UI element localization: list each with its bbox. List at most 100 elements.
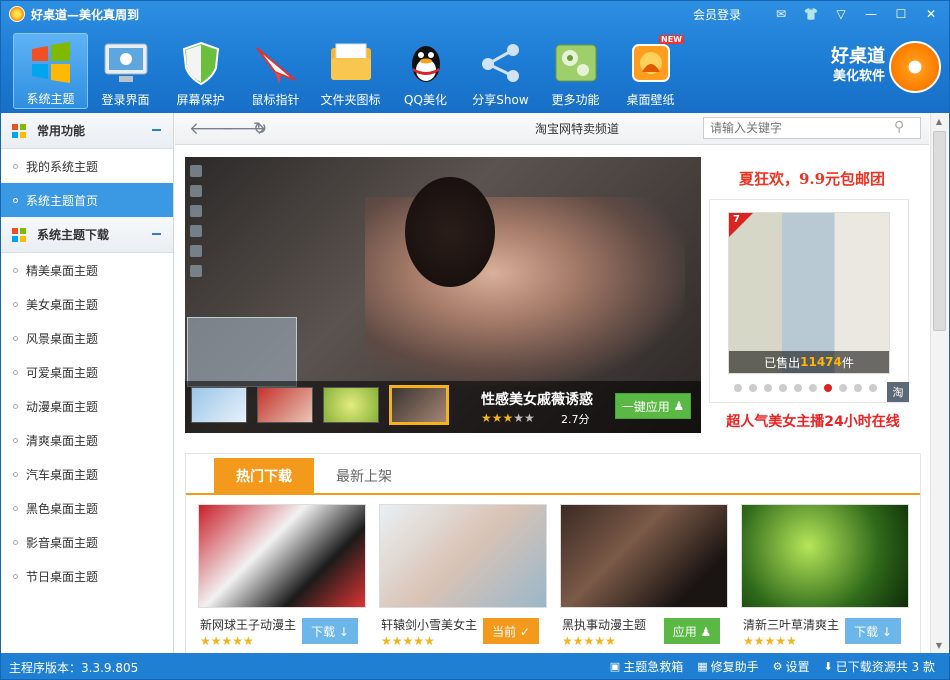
theme-action-button[interactable]: 当前 ✓	[483, 618, 539, 644]
tab-latest[interactable]: 最新上架	[314, 458, 414, 494]
sidebar-item[interactable]: 可爱桌面主题	[1, 355, 173, 389]
user-icon: ♟	[673, 399, 685, 413]
sidebar-item[interactable]: 节日桌面主题	[1, 559, 173, 593]
banner-thumbnail[interactable]	[323, 387, 379, 423]
theme-thumbnail[interactable]	[198, 504, 366, 608]
carousel-dot[interactable]	[869, 384, 877, 392]
carousel-dot[interactable]	[764, 384, 772, 392]
collapse-icon[interactable]	[152, 233, 161, 235]
search-box[interactable]: ⚲	[703, 117, 921, 139]
ad-headline[interactable]: 夏狂欢，9.9元包邮团	[717, 165, 907, 191]
ad-carousel-dots[interactable]	[734, 384, 884, 392]
toolbar-item-6[interactable]: 分享Show	[463, 35, 538, 109]
close-button[interactable]: ✕	[919, 4, 943, 24]
banner-thumbnail[interactable]	[257, 387, 313, 423]
bullet-icon	[13, 267, 18, 273]
tab-hot-downloads[interactable]: 热门下载	[214, 458, 314, 494]
sidebar-item[interactable]: 影音桌面主题	[1, 525, 173, 559]
toolbar-item-1[interactable]: 登录界面	[88, 35, 163, 109]
collapse-icon[interactable]	[152, 129, 161, 131]
theme-action-button[interactable]: 下载 ↓	[845, 618, 901, 644]
sidebar-item[interactable]: 动漫桌面主题	[1, 389, 173, 423]
theme-thumbnail[interactable]	[741, 504, 909, 608]
rating-stars: ★★★★★	[381, 634, 435, 648]
sidebar-item[interactable]: 美女桌面主题	[1, 287, 173, 321]
status-link[interactable]: ⚙ 设置	[773, 658, 810, 675]
sidebar-item-label: 精美桌面主题	[26, 263, 99, 278]
carousel-dot[interactable]	[734, 384, 742, 392]
sidebar-item[interactable]: 精美桌面主题	[1, 253, 173, 287]
scroll-thumb[interactable]	[933, 131, 946, 331]
skin-icon[interactable]: 👕	[799, 4, 823, 24]
theme-action-button[interactable]: 应用 ♟	[664, 618, 720, 644]
rating-stars: ★★★★★	[200, 634, 254, 648]
status-link[interactable]: ▣ 主题急救箱	[610, 658, 683, 675]
carousel-dot[interactable]	[854, 384, 862, 392]
sidebar-item[interactable]: 我的系统主题	[1, 149, 173, 183]
ad-sold-count: 已售出 11474 件	[729, 351, 889, 373]
bullet-icon	[13, 301, 18, 307]
refresh-icon[interactable]: ↻	[253, 119, 267, 139]
sidebar-item[interactable]: 汽车桌面主题	[1, 457, 173, 491]
toolbar-item-2[interactable]: 屏幕保护	[163, 35, 238, 109]
carousel-dot[interactable]	[839, 384, 847, 392]
menu-dropdown-icon[interactable]: ▽	[829, 4, 853, 24]
theme-card[interactable]: 新网球王子动漫主 ★★★★★ 下载 ↓	[198, 504, 368, 658]
sold-prefix: 已售出	[764, 355, 801, 370]
carousel-dot[interactable]	[824, 384, 832, 392]
banner-score: 2.7分	[561, 413, 590, 426]
toolbar-item-4[interactable]: 文件夹图标	[313, 35, 388, 109]
theme-card[interactable]: 轩辕剑小雪美女主 ★★★★★ 当前 ✓	[379, 504, 549, 658]
sidebar-item[interactable]: 系统主题首页	[1, 183, 173, 217]
theme-thumbnail[interactable]	[379, 504, 547, 608]
theme-thumbnail[interactable]	[560, 504, 728, 608]
sidebar-item-label: 节日桌面主题	[26, 569, 99, 584]
ad-product-image[interactable]: 7 已售出 11474 件	[728, 212, 890, 374]
toolbar-item-0[interactable]: 系统主题	[13, 33, 88, 109]
featured-theme-banner[interactable]: 性感美女戚薇诱惑 ★★★★★ 2.7分 一键应用 ♟	[185, 157, 701, 433]
channel-title[interactable]: 淘宝网特卖频道	[535, 120, 619, 137]
theme-action-button[interactable]: 下载 ↓	[302, 618, 358, 644]
search-input[interactable]	[704, 121, 894, 135]
theme-cards: 新网球王子动漫主 ★★★★★ 下载 ↓ 轩辕剑小雪美女主 ★★★★★ 当前 ✓ 黑执事动漫主…	[198, 504, 922, 658]
toolbar-item-3[interactable]: 鼠标指针	[238, 35, 313, 109]
toolbar-item-8[interactable]: 桌面壁纸 NEW	[613, 35, 688, 109]
carousel-dot[interactable]	[749, 384, 757, 392]
sidebar-item-label: 汽车桌面主题	[26, 467, 99, 482]
theme-card[interactable]: 黑执事动漫主题 ★★★★★ 应用 ♟	[560, 504, 730, 658]
search-icon[interactable]: ⚲	[894, 119, 912, 137]
banner-thumbnail-selected[interactable]	[389, 385, 449, 425]
apply-theme-button[interactable]: 一键应用 ♟	[615, 393, 691, 419]
theme-card[interactable]: 清新三叶草清爽主 ★★★★★ 下载 ↓	[741, 504, 911, 658]
carousel-dot[interactable]	[779, 384, 787, 392]
banner-widget-preview	[187, 317, 297, 387]
carousel-dot[interactable]	[794, 384, 802, 392]
brand-name: 好桌道	[831, 46, 885, 67]
share-icon	[477, 39, 525, 87]
vertical-scrollbar[interactable]: ▲ ▼	[930, 113, 948, 653]
carousel-dot[interactable]	[809, 384, 817, 392]
toolbar-item-5[interactable]: QQ美化	[388, 35, 463, 109]
bullet-icon	[13, 505, 18, 511]
status-link[interactable]: ⬇ 已下载资源共 3 款	[824, 658, 935, 675]
scroll-up-icon[interactable]: ▲	[933, 117, 945, 127]
sidebar-section-common[interactable]: 常用功能	[1, 113, 173, 149]
sidebar-section-download[interactable]: 系统主题下载	[1, 217, 173, 253]
sidebar-item[interactable]: 清爽桌面主题	[1, 423, 173, 457]
apply-label: 一键应用	[621, 399, 670, 414]
toolbar-item-7[interactable]: 更多功能	[538, 35, 613, 109]
message-icon[interactable]: ✉	[769, 4, 793, 24]
sidebar-item[interactable]: 黑色桌面主题	[1, 491, 173, 525]
sidebar-item-label: 清爽桌面主题	[26, 433, 99, 448]
ad-footer-link[interactable]: 超人气美女主播24小时在线	[713, 409, 913, 433]
scroll-down-icon[interactable]: ▼	[933, 641, 945, 651]
minimize-button[interactable]: —	[859, 4, 883, 24]
member-login-link[interactable]: 会员登录	[693, 6, 741, 23]
status-link[interactable]: ▦ 修复助手	[697, 658, 758, 675]
ad-carousel[interactable]: 7 已售出 11474 件 淘	[709, 199, 909, 403]
sidebar-item[interactable]: 风景桌面主题	[1, 321, 173, 355]
brand-logo: 好桌道 美化软件	[831, 41, 941, 93]
window-title: 好桌道—美化真周到	[9, 5, 139, 23]
maximize-button[interactable]: ☐	[889, 4, 913, 24]
banner-thumbnail[interactable]	[191, 387, 247, 423]
